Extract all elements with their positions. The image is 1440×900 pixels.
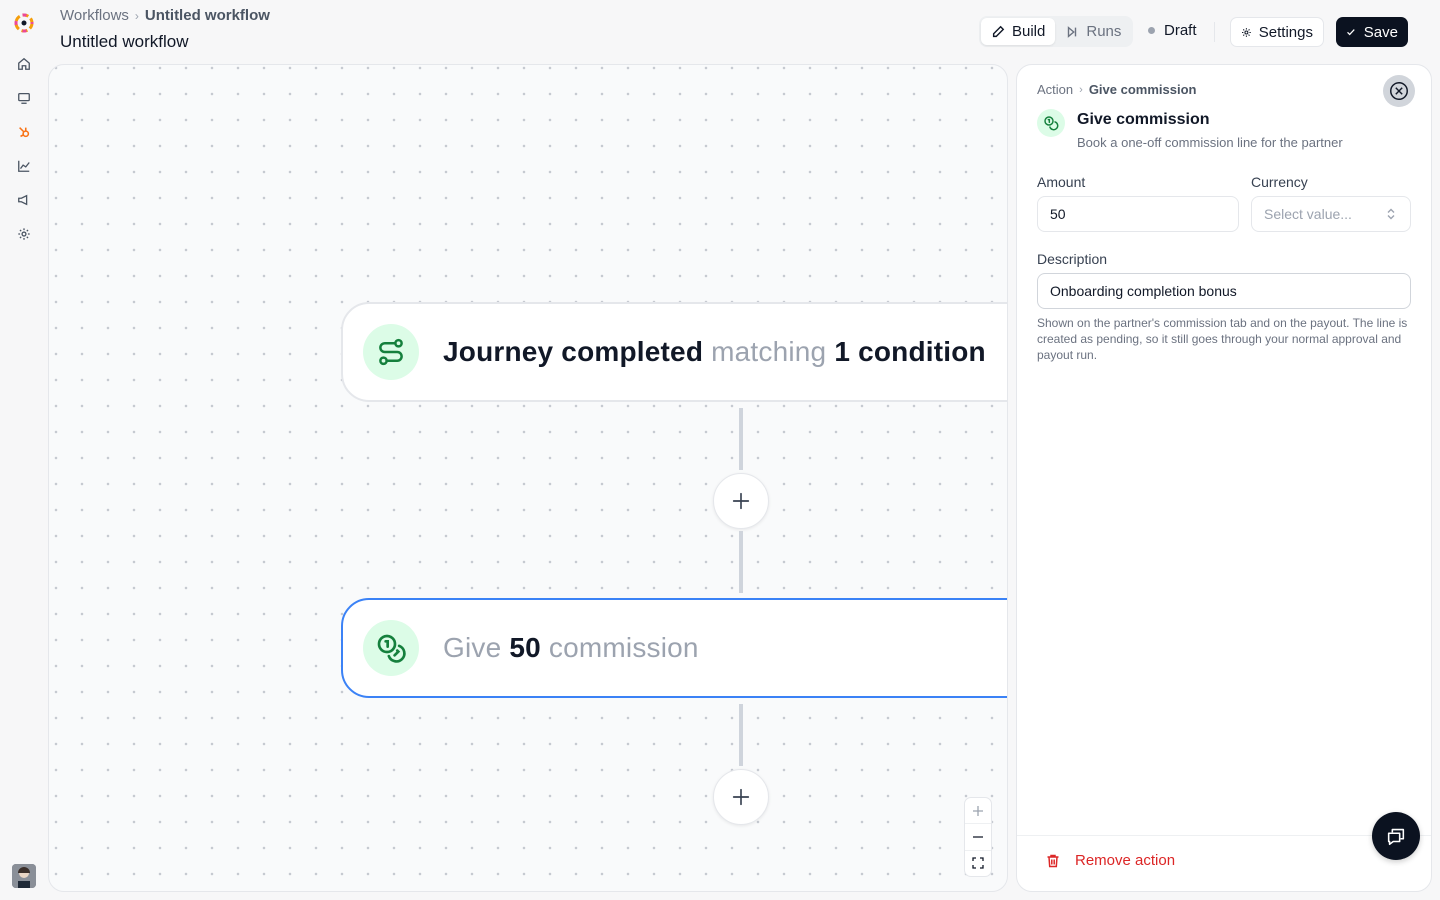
chat-support-button[interactable] (1372, 812, 1420, 860)
action-amount: 50 (509, 632, 541, 663)
avatar[interactable] (12, 864, 36, 888)
page-title[interactable]: Untitled workflow (60, 32, 189, 52)
close-panel-button[interactable] (1383, 75, 1415, 107)
connector-line (739, 704, 743, 766)
hubspot-icon[interactable] (14, 122, 34, 142)
trigger-condition-count: 1 condition (834, 336, 986, 367)
plus-icon (732, 492, 750, 510)
add-step-button[interactable] (713, 473, 769, 529)
divider (1214, 22, 1215, 42)
amount-label: Amount (1037, 174, 1086, 190)
action-object: commission (540, 632, 699, 663)
amount-field[interactable] (1037, 196, 1239, 232)
plus-icon (732, 788, 750, 806)
action-verb: Give (443, 632, 510, 663)
action-panel: Action › Give commission Give commission… (1016, 64, 1432, 892)
breadcrumb: Workflows › Untitled workflow (60, 7, 270, 24)
panel-subtitle: Book a one-off commission line for the p… (1077, 135, 1343, 150)
panel-breadcrumb-action[interactable]: Action (1037, 82, 1073, 97)
workflow-canvas[interactable]: Journey completed matching 1 condition G… (48, 64, 1008, 892)
tab-build[interactable]: Build (981, 18, 1056, 45)
currency-placeholder: Select value... (1264, 206, 1352, 222)
tab-runs[interactable]: Runs (1055, 18, 1131, 45)
action-node[interactable]: Give 50 commission (341, 598, 1007, 698)
gear-icon[interactable] (14, 224, 34, 244)
add-step-button[interactable] (713, 769, 769, 825)
pencil-icon (992, 25, 1005, 37)
chart-icon[interactable] (14, 156, 34, 176)
plus-icon (973, 805, 983, 816)
status-dot (1148, 27, 1155, 34)
breadcrumb-current: Untitled workflow (144, 7, 270, 24)
zoom-controls (964, 797, 992, 877)
tab-build-label: Build (1012, 23, 1046, 40)
app-logo[interactable] (12, 11, 36, 35)
home-icon[interactable] (14, 54, 34, 74)
description-label: Description (1037, 251, 1108, 267)
trigger-connector-word: matching (703, 336, 835, 367)
currency-label: Currency (1251, 174, 1308, 190)
chevron-right-icon: › (1079, 83, 1083, 96)
settings-label: Settings (1258, 23, 1313, 41)
chat-icon (1387, 828, 1405, 846)
currency-select[interactable]: Select value... (1251, 196, 1411, 232)
trigger-node-text: Journey completed matching 1 condition (443, 336, 986, 368)
description-field[interactable] (1037, 273, 1411, 309)
close-icon (1390, 82, 1408, 100)
trigger-event: Journey completed (443, 336, 704, 367)
action-node-text: Give 50 commission (443, 632, 699, 664)
connector-line (739, 408, 743, 470)
save-button[interactable]: Save (1336, 17, 1408, 47)
trigger-node[interactable]: Journey completed matching 1 condition (341, 302, 1007, 402)
gear-icon (1242, 27, 1251, 37)
mode-toggle: Build Runs (979, 16, 1133, 47)
panel-breadcrumb-current: Give commission (1088, 82, 1197, 97)
panel-breadcrumb: Action › Give commission (1037, 82, 1196, 97)
left-rail (0, 0, 48, 900)
description-help-text: Shown on the partner's commission tab an… (1037, 316, 1408, 362)
settings-button[interactable]: Settings (1230, 17, 1324, 47)
panel-title: Give commission (1077, 111, 1210, 128)
remove-action-button[interactable]: Remove action (1045, 852, 1175, 869)
connector-line (739, 531, 743, 593)
trash-icon (1047, 854, 1059, 867)
monitor-icon[interactable] (14, 88, 34, 108)
zoom-in-button[interactable] (965, 798, 991, 823)
panel-footer: Remove action (1017, 835, 1431, 891)
coins-icon (363, 620, 419, 676)
minus-icon (973, 836, 983, 838)
status-label: Draft (1164, 22, 1197, 39)
megaphone-icon[interactable] (14, 190, 34, 210)
chevron-up-down-icon (1387, 208, 1395, 220)
status-badge: Draft (1148, 22, 1197, 39)
breadcrumb-workflows[interactable]: Workflows (60, 7, 129, 24)
fullscreen-icon (972, 857, 984, 869)
zoom-out-button[interactable] (965, 823, 991, 849)
save-label: Save (1363, 23, 1398, 41)
check-icon (1347, 29, 1355, 36)
route-icon (363, 324, 419, 380)
remove-action-label: Remove action (1075, 852, 1176, 869)
fit-view-button[interactable] (965, 849, 991, 876)
tab-runs-label: Runs (1086, 23, 1122, 40)
play-skip-icon (1068, 25, 1077, 38)
chevron-right-icon: › (134, 8, 139, 23)
coins-icon (1037, 109, 1065, 137)
